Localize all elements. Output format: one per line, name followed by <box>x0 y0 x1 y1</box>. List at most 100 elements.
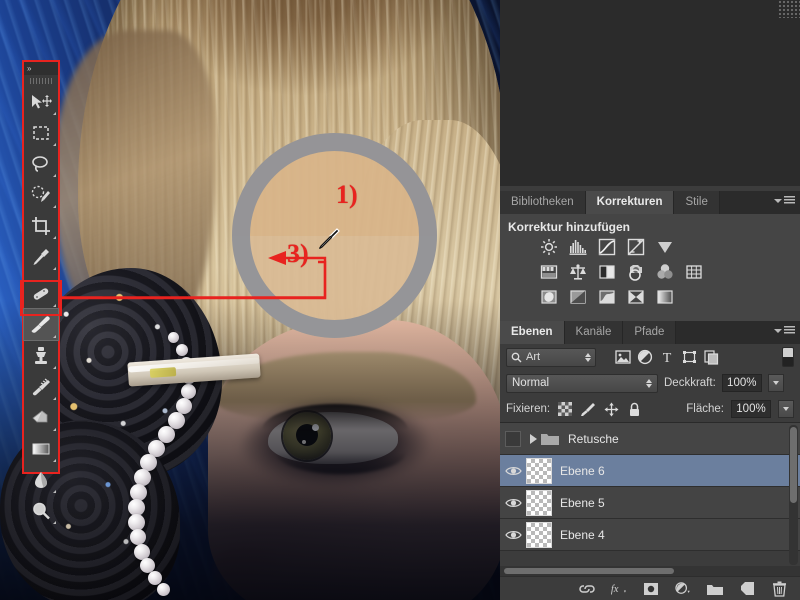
tool-crop[interactable] <box>24 210 58 241</box>
selective-color-icon[interactable] <box>625 288 646 306</box>
tool-eraser[interactable] <box>24 402 58 433</box>
layer-list-horizontal-scrollbar[interactable] <box>500 566 800 576</box>
layer-visibility-toggle[interactable] <box>500 465 526 477</box>
tool-variant-corner-icon <box>53 521 56 524</box>
lock-transparent-pixels-icon[interactable] <box>557 401 573 417</box>
lock-position-icon[interactable] <box>603 401 619 417</box>
layer-visibility-toggle[interactable] <box>500 430 526 447</box>
lock-all-icon[interactable] <box>626 401 642 417</box>
double-chevron-right-icon: » <box>27 63 32 73</box>
tools-panel[interactable]: » <box>22 60 60 524</box>
layers-panel-footer[interactable]: fx <box>500 576 800 600</box>
tool-healing-brush[interactable] <box>24 278 58 309</box>
layer-filter-kind-select[interactable]: Art <box>506 347 596 367</box>
pixel-layer-filter-icon[interactable] <box>612 347 634 367</box>
adjustments-panel-title: Korrektur hinzufügen <box>508 220 630 234</box>
add-mask-icon[interactable] <box>642 580 660 598</box>
adjustments-panel-menu-button[interactable] <box>774 196 795 205</box>
layer-list-scrollbar[interactable] <box>789 425 798 565</box>
tool-move[interactable] <box>24 86 58 117</box>
layer-visibility-toggle[interactable] <box>500 529 526 541</box>
layer-filter-row[interactable]: Art T <box>500 344 800 370</box>
menu-lines-icon <box>784 196 795 205</box>
tool-blur[interactable] <box>24 464 58 495</box>
color-lookup-icon[interactable] <box>683 263 704 281</box>
shape-layer-filter-icon[interactable] <box>678 347 700 367</box>
tab-stile[interactable]: Stile <box>674 191 720 214</box>
scrollbar-thumb[interactable] <box>504 568 674 574</box>
annotation-marker-3: 3) <box>287 239 309 268</box>
adjustments-panel[interactable]: Bibliotheken Korrekturen Stile Korrektur… <box>500 191 800 321</box>
layers-panel[interactable]: Ebenen Kanäle Pfade Art T Normal Deckkra… <box>500 321 800 600</box>
channel-mixer-icon[interactable] <box>654 263 675 281</box>
adjustment-layer-filter-icon[interactable] <box>634 347 656 367</box>
layer-filter-enable-toggle[interactable] <box>782 347 794 367</box>
fill-value[interactable]: 100% <box>731 400 771 418</box>
layer-list[interactable]: Retusche Ebene 6 Ebene 5 Ebene 4 <box>500 422 800 565</box>
tab-pfade[interactable]: Pfade <box>623 321 677 344</box>
opacity-value[interactable]: 100% <box>721 374 762 392</box>
lock-row[interactable]: Fixieren: Fläche: 100% <box>500 396 800 422</box>
link-icon[interactable] <box>578 580 596 598</box>
table-row[interactable]: Ebene 6 <box>500 455 800 487</box>
blend-mode-row[interactable]: Normal Deckkraft: 100% <box>500 370 800 396</box>
new-group-folder-icon[interactable] <box>706 580 724 598</box>
tool-eyedropper[interactable] <box>24 241 58 272</box>
new-layer-icon[interactable] <box>738 580 756 598</box>
tool-zoom[interactable] <box>24 495 58 526</box>
tool-quick-selection[interactable] <box>24 179 58 210</box>
pearl-bead <box>176 344 188 356</box>
table-row[interactable]: Ebene 4 <box>500 519 800 551</box>
black-white-icon[interactable] <box>596 263 617 281</box>
fill-stepper[interactable] <box>778 400 794 418</box>
tool-brush[interactable] <box>23 308 59 341</box>
exposure-icon[interactable] <box>625 238 646 256</box>
chevron-right-icon[interactable] <box>526 433 540 444</box>
curves-icon[interactable] <box>596 238 617 256</box>
opacity-stepper[interactable] <box>767 374 784 392</box>
photo-filter-icon[interactable] <box>625 263 646 281</box>
tab-ebenen[interactable]: Ebenen <box>500 321 565 344</box>
posterize-icon[interactable] <box>567 288 588 306</box>
layer-thumbnail[interactable] <box>526 521 552 548</box>
adjustment-row-2 <box>500 263 800 281</box>
tab-bibliotheken[interactable]: Bibliotheken <box>500 191 586 214</box>
gradient-map-icon[interactable] <box>654 288 675 306</box>
layer-thumbnail[interactable] <box>526 489 552 516</box>
lock-image-pixels-icon[interactable] <box>580 401 596 417</box>
layer-visibility-toggle[interactable] <box>500 497 526 509</box>
tools-panel-drag-handle[interactable] <box>24 75 58 86</box>
tool-clone-stamp[interactable] <box>24 340 58 371</box>
smart-object-filter-icon[interactable] <box>700 347 722 367</box>
tool-variant-corner-icon <box>53 459 56 462</box>
hue-saturation-icon[interactable] <box>538 263 559 281</box>
trash-icon[interactable] <box>770 580 788 598</box>
layer-thumbnail[interactable] <box>526 457 552 484</box>
tool-gradient[interactable] <box>24 433 58 464</box>
levels-icon[interactable] <box>567 238 588 256</box>
tab-kanaele[interactable]: Kanäle <box>564 321 624 344</box>
tool-rectangular-marquee[interactable] <box>24 117 58 148</box>
scrollbar-thumb[interactable] <box>790 427 797 503</box>
layers-panel-tabs[interactable]: Ebenen Kanäle Pfade <box>500 321 800 344</box>
type-layer-filter-icon[interactable]: T <box>656 347 678 367</box>
new-adjustment-icon[interactable] <box>674 580 692 598</box>
pearl-bead <box>181 384 196 399</box>
tab-korrekturen[interactable]: Korrekturen <box>585 191 675 214</box>
invert-icon[interactable] <box>538 288 559 306</box>
layers-panel-menu-button[interactable] <box>774 326 795 335</box>
fx-icon[interactable]: fx <box>610 580 628 598</box>
color-balance-icon[interactable] <box>567 263 588 281</box>
tools-panel-collapse-button[interactable]: » <box>24 62 58 75</box>
threshold-icon[interactable] <box>596 288 617 306</box>
table-row[interactable]: Ebene 5 <box>500 487 800 519</box>
eye-icon <box>504 530 522 539</box>
table-row[interactable]: Retusche <box>500 423 800 455</box>
vibrance-icon[interactable] <box>654 238 675 256</box>
adjustments-panel-tabs[interactable]: Bibliotheken Korrekturen Stile <box>500 191 800 214</box>
image-canvas[interactable] <box>0 0 500 600</box>
tool-history-brush[interactable] <box>24 371 58 402</box>
blend-mode-select[interactable]: Normal <box>506 373 658 393</box>
brightness-contrast-icon[interactable] <box>538 238 559 256</box>
tool-lasso[interactable] <box>24 148 58 179</box>
